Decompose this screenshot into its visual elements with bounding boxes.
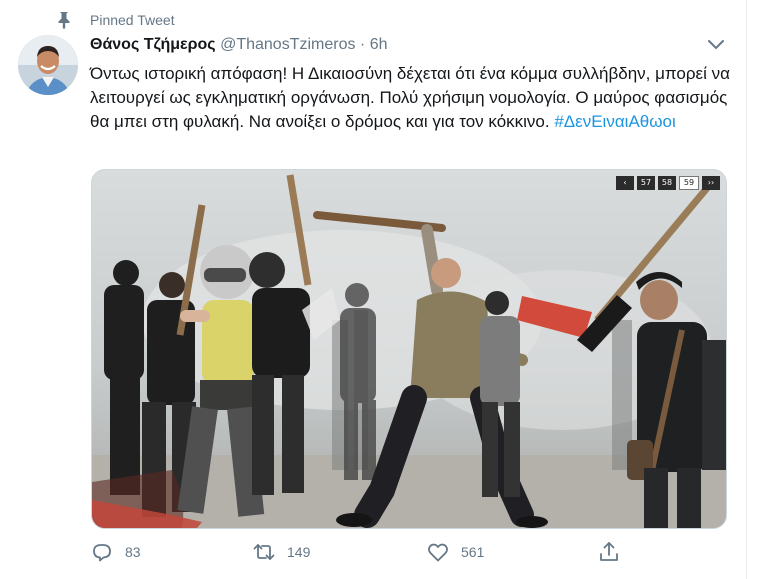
share-icon bbox=[600, 542, 618, 561]
separator-dot: · bbox=[359, 36, 366, 53]
pager-page-58[interactable]: 58 bbox=[658, 176, 676, 190]
like-count: 561 bbox=[461, 544, 485, 560]
pager-next-button[interactable]: ›› bbox=[702, 176, 720, 190]
reply-count: 83 bbox=[125, 544, 141, 560]
author-handle[interactable]: @ThanosTzimeros bbox=[220, 36, 355, 53]
tweet-actions: 83 149 561 bbox=[90, 538, 630, 566]
retweet-count: 149 bbox=[287, 544, 311, 560]
gallery-pager: ‹ 57 58 59 ›› bbox=[616, 176, 720, 190]
avatar[interactable] bbox=[18, 35, 78, 95]
author-name[interactable]: Θάνος Τζήμερος bbox=[90, 36, 216, 53]
pin-icon bbox=[58, 12, 70, 29]
retweet-icon bbox=[253, 544, 275, 560]
tweet-photo[interactable]: ‹ 57 58 59 ›› bbox=[91, 169, 727, 529]
pinned-label: Pinned Tweet bbox=[90, 12, 175, 28]
like-button[interactable]: 561 bbox=[426, 538, 484, 566]
tweet-header: Θάνος Τζήμερος @ThanosTzimeros · 6h bbox=[90, 36, 388, 54]
reply-button[interactable]: 83 bbox=[90, 538, 141, 566]
pager-page-59[interactable]: 59 bbox=[679, 176, 699, 190]
tweet-card[interactable]: Pinned Tweet Θάνος Τζήμερος @ThanosTzime… bbox=[0, 0, 747, 579]
pager-page-57[interactable]: 57 bbox=[637, 176, 655, 190]
pager-prev-button[interactable]: ‹ bbox=[616, 176, 634, 190]
like-icon bbox=[428, 543, 448, 562]
chevron-down-icon[interactable] bbox=[706, 38, 726, 52]
tweet-text: Όντως ιστορική απόφαση! Η Δικαιοσύνη δέχ… bbox=[90, 62, 740, 134]
retweet-button[interactable]: 149 bbox=[252, 538, 310, 566]
reply-icon bbox=[93, 544, 111, 562]
protest-photo bbox=[92, 170, 726, 528]
tweet-timestamp[interactable]: 6h bbox=[370, 36, 388, 53]
hashtag-link[interactable]: #ΔενΕιναιΑθωοι bbox=[554, 112, 675, 131]
share-button[interactable] bbox=[597, 538, 621, 566]
